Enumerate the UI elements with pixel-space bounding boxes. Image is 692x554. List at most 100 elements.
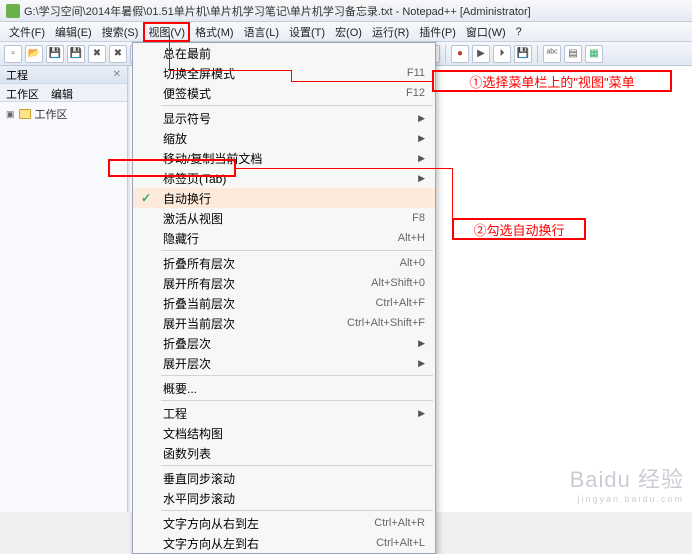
new-icon[interactable]: ▫ — [4, 45, 22, 63]
funclist-icon[interactable]: ▦ — [585, 45, 603, 63]
menu-item[interactable]: 展开层次 ▶ — [133, 353, 435, 373]
menu-item-label: 缩放 — [163, 130, 187, 147]
project-tree: ▣ 工作区 — [0, 102, 127, 126]
menu-item[interactable]: 切换全屏模式F11 — [133, 63, 435, 83]
menu-shortcut: Ctrl+Alt+R — [374, 517, 425, 529]
menu-item[interactable]: 概要... — [133, 378, 435, 398]
menu-separator — [161, 250, 433, 251]
menu-item-label: 隐藏行 — [163, 230, 199, 247]
menu-item-label: 总在最前 — [163, 45, 211, 62]
menu-item-label: 展开所有层次 — [163, 275, 235, 292]
menu-item[interactable]: 显示符号 ▶ — [133, 108, 435, 128]
menu-item-label: 显示符号 — [163, 110, 211, 127]
submenu-arrow-icon: ▶ — [418, 113, 425, 124]
panel-tab-workspace[interactable]: 工作区 — [0, 84, 45, 101]
menu-help[interactable]: ? — [511, 24, 527, 40]
submenu-arrow-icon: ▶ — [418, 408, 425, 419]
tree-toggle-icon[interactable]: ▣ — [6, 109, 15, 120]
toolbar-sep — [445, 45, 446, 63]
menu-window[interactable]: 窗口(W) — [461, 22, 511, 42]
panel-tab-edit[interactable]: 编辑 — [45, 84, 79, 101]
annotation-arrow — [236, 168, 452, 169]
menu-item[interactable]: 垂直同步滚动 — [133, 468, 435, 488]
menu-item[interactable]: 移动/复制当前文档 ▶ — [133, 148, 435, 168]
menu-item-label: 移动/复制当前文档 — [163, 150, 262, 167]
menu-item-label: 函数列表 — [163, 445, 211, 462]
menu-edit[interactable]: 编辑(E) — [50, 22, 97, 42]
menu-shortcut: F8 — [412, 212, 425, 224]
open-icon[interactable]: 📂 — [25, 45, 43, 63]
menu-item[interactable]: 展开所有层次 Alt+Shift+0 — [133, 273, 435, 293]
spell-icon[interactable]: ᵃᵇᶜ — [543, 45, 561, 63]
submenu-arrow-icon: ▶ — [418, 358, 425, 369]
menu-item[interactable]: 函数列表 — [133, 443, 435, 463]
playrec-icon[interactable]: ⏵ — [493, 45, 511, 63]
menu-shortcut: Alt+0 — [400, 257, 425, 269]
menu-item-label: 文字方向从左到右 — [163, 535, 259, 552]
menu-view[interactable]: 视图(V) — [143, 22, 190, 42]
menu-item-label: 文档结构图 — [163, 425, 223, 442]
window-title: G:\学习空间\2014年暑假\01.51单片机\单片机学习笔记\单片机学习备忘… — [24, 3, 531, 19]
menu-item-label: 激活从视图 — [163, 210, 223, 227]
tree-item-workspace[interactable]: ▣ 工作区 — [6, 106, 121, 122]
menu-shortcut: Alt+Shift+0 — [371, 277, 425, 289]
menu-item[interactable]: 水平同步滚动 — [133, 488, 435, 508]
menu-item[interactable]: 标签页(Tab)▶ — [133, 168, 435, 188]
menu-format[interactable]: 格式(M) — [190, 22, 239, 42]
menu-item[interactable]: 缩放 ▶ — [133, 128, 435, 148]
play-icon[interactable]: ▶ — [472, 45, 490, 63]
panel-close-icon[interactable]: ✕ — [113, 69, 121, 80]
menu-item-label: 概要... — [163, 380, 197, 397]
menu-item[interactable]: 激活从视图 F8 — [133, 208, 435, 228]
project-panel: 工程 ✕ 工作区 编辑 ▣ 工作区 — [0, 66, 128, 512]
menu-item-label: 水平同步滚动 — [163, 490, 235, 507]
save-icon[interactable]: 💾 — [46, 45, 64, 63]
menu-item[interactable]: 工程 ▶ — [133, 403, 435, 423]
menu-plugin[interactable]: 插件(P) — [414, 22, 461, 42]
menu-file[interactable]: 文件(F) — [4, 22, 50, 42]
folder-icon — [19, 109, 31, 119]
panel-title-text: 工程 — [6, 67, 28, 83]
submenu-arrow-icon: ▶ — [418, 133, 425, 144]
menu-item-label: 展开层次 — [163, 355, 211, 372]
menu-run[interactable]: 运行(R) — [367, 22, 414, 42]
menu-shortcut: F12 — [406, 87, 425, 99]
window-titlebar: G:\学习空间\2014年暑假\01.51单片机\单片机学习笔记\单片机学习备忘… — [0, 0, 692, 22]
menu-item[interactable]: 文字方向从右到左Ctrl+Alt+R — [133, 513, 435, 533]
check-icon: ✓ — [141, 191, 151, 205]
close-icon[interactable]: ✖ — [88, 45, 106, 63]
annotation-arrow — [452, 168, 453, 218]
submenu-arrow-icon: ▶ — [418, 153, 425, 164]
panel-title: 工程 ✕ — [0, 66, 127, 84]
annotation-arrow — [291, 81, 432, 82]
docmap-icon[interactable]: ▤ — [564, 45, 582, 63]
menu-shortcut: Alt+H — [398, 232, 425, 244]
menu-settings[interactable]: 设置(T) — [284, 22, 330, 42]
annotation-arrow — [291, 70, 292, 81]
closeall-icon[interactable]: ✖ — [109, 45, 127, 63]
watermark: Baidu 经验 jingyan.baidu.com — [570, 462, 684, 504]
saverec-icon[interactable]: 💾 — [514, 45, 532, 63]
menu-bar: 文件(F) 编辑(E) 搜索(S) 视图(V) 格式(M) 语言(L) 设置(T… — [0, 22, 692, 42]
menu-lang[interactable]: 语言(L) — [239, 22, 284, 42]
record-icon[interactable]: ● — [451, 45, 469, 63]
menu-item[interactable]: 隐藏行 Alt+H — [133, 228, 435, 248]
menu-item[interactable]: 展开当前层次Ctrl+Alt+Shift+F — [133, 313, 435, 333]
menu-item[interactable]: 折叠层次▶ — [133, 333, 435, 353]
menu-item[interactable]: 折叠当前层次Ctrl+Alt+F — [133, 293, 435, 313]
menu-item-label: 自动换行 — [163, 190, 211, 207]
menu-macro[interactable]: 宏(O) — [330, 22, 367, 42]
menu-item-label: 工程 — [163, 405, 187, 422]
menu-item[interactable]: 便签模式F12 — [133, 83, 435, 103]
menu-item-label: 展开当前层次 — [163, 315, 235, 332]
view-menu-dropdown: 总在最前切换全屏模式F11便签模式F12 显示符号 ▶ 缩放 ▶ 移动/复制当前文档 ▶ 标签… — [132, 42, 436, 554]
menu-item[interactable]: 折叠所有层次Alt+0 — [133, 253, 435, 273]
menu-separator — [161, 400, 433, 401]
menu-item[interactable]: 总在最前 — [133, 43, 435, 63]
menu-item[interactable]: ✓ 自动换行 — [133, 188, 435, 208]
menu-item[interactable]: 文档结构图 — [133, 423, 435, 443]
menu-item[interactable]: 文字方向从左到右Ctrl+Alt+L — [133, 533, 435, 553]
saveall-icon[interactable]: 💾 — [67, 45, 85, 63]
menu-search[interactable]: 搜索(S) — [97, 22, 144, 42]
menu-item-label: 折叠当前层次 — [163, 295, 235, 312]
